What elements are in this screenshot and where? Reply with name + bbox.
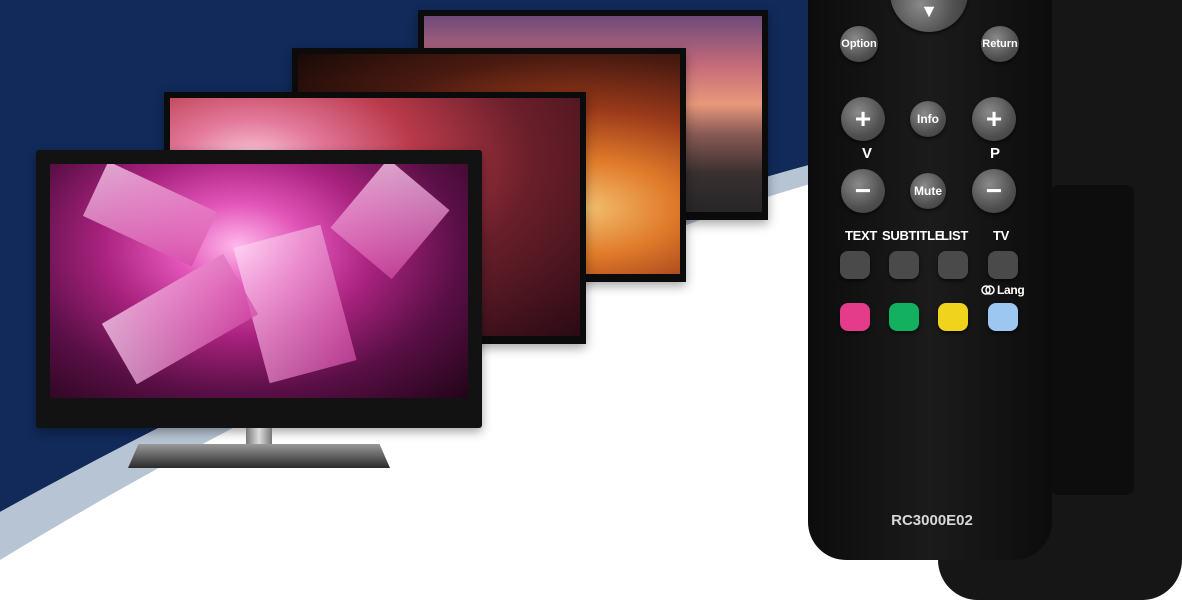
crystals-image [50,164,468,398]
return-label: Return [982,38,1018,50]
plus-icon: + [854,103,872,134]
tv-stand-base [128,444,390,468]
subtitle-button[interactable] [889,251,919,279]
info-label: Info [917,112,939,126]
green-button[interactable] [889,303,919,331]
text-button[interactable] [840,251,870,279]
plus-icon: + [985,103,1003,134]
volume-label: V [862,145,872,162]
model-number: RC3000E02 [891,512,973,529]
lang-label: Lang [997,283,1025,297]
option-label: Option [841,38,877,50]
dual-circle-icon [981,285,995,295]
minus-icon: − [985,175,1003,206]
option-button[interactable]: Option [840,26,878,62]
minus-icon: − [854,175,872,206]
program-down-button[interactable]: − [972,169,1016,213]
return-button[interactable]: Return [981,26,1019,62]
list-button[interactable] [938,251,968,279]
program-up-button[interactable]: + [972,97,1016,141]
remote-control [808,0,1052,560]
mute-button[interactable]: Mute [910,173,946,209]
crystal-shard [101,253,259,385]
list-label: LIST [941,228,968,243]
tv-button[interactable] [988,251,1018,279]
lang-caption: Lang [981,283,1025,297]
volume-up-button[interactable]: + [841,97,885,141]
down-arrow-icon: ▼ [920,0,938,21]
red-button[interactable] [840,303,870,331]
subtitle-label: SUBTITLE [882,228,944,243]
program-label: P [990,145,1000,162]
tv-stand-neck [246,428,272,446]
product-image: ▼ Option Return + Info + V P − Mute − TE… [0,0,1182,607]
mute-label: Mute [914,184,942,198]
crystal-shard [330,164,450,280]
volume-down-button[interactable]: − [841,169,885,213]
blue-button[interactable] [988,303,1018,331]
crystal-shard [82,164,218,267]
text-label: TEXT [845,228,878,243]
tv-front-crystals [36,150,482,428]
tv-label: TV [993,228,1010,243]
info-button[interactable]: Info [910,101,946,137]
battery-door [1050,185,1134,495]
yellow-button[interactable] [938,303,968,331]
